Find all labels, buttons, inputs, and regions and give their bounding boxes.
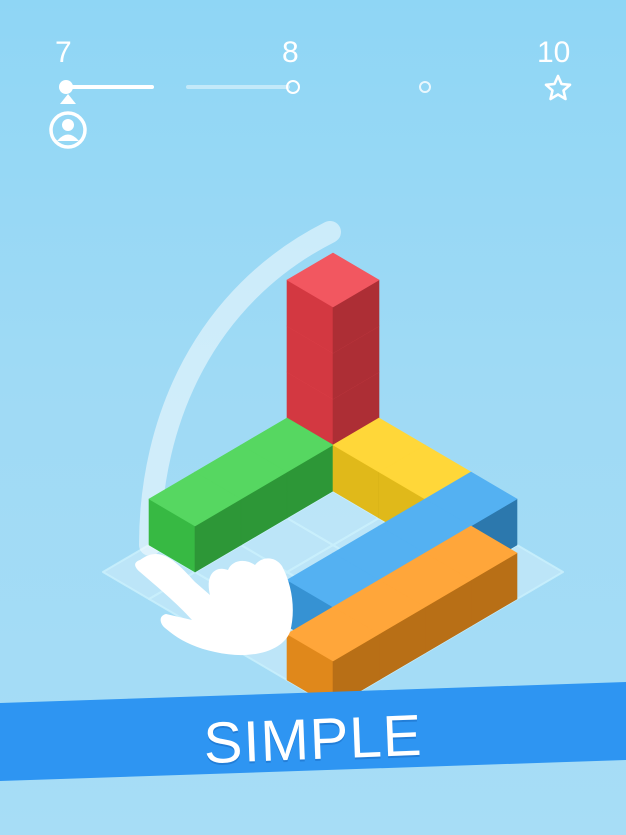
banner-label: SIMPLE [202, 702, 424, 777]
puzzle-board[interactable] [0, 0, 626, 700]
